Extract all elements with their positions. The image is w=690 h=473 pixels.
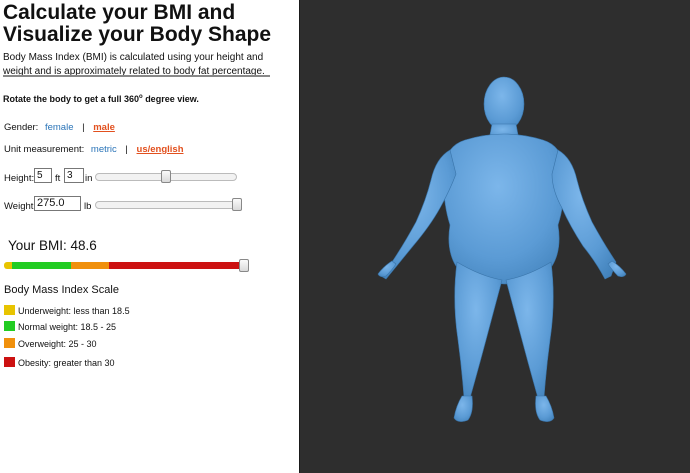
weight-unit-label: lb [84, 201, 92, 212]
bmi-color-bar [4, 262, 248, 269]
bmi-form-panel: Calculate your BMI and Visualize your Bo… [0, 0, 299, 473]
legend-obesity: Obesity: greater than 30 [4, 357, 115, 368]
gender-separator: | [82, 122, 85, 133]
page-title: Calculate your BMI and Visualize your Bo… [3, 1, 272, 46]
legend-label: Underweight: less than 18.5 [18, 306, 130, 316]
divider [3, 75, 270, 77]
height-label: Height: [4, 173, 35, 184]
bmi-bar-overweight [71, 262, 109, 269]
bmi-result: Your BMI: 48.6 [8, 238, 97, 253]
unit-separator: | [125, 144, 128, 155]
legend-label: Normal weight: 18.5 - 25 [18, 322, 117, 332]
weight-label: Weight: [4, 201, 37, 212]
weight-input[interactable]: 275.0 [34, 196, 81, 211]
unit-selector: Unit measurement: metric | us/english [4, 144, 184, 155]
unit-label: Unit measurement: [4, 144, 85, 155]
gender-option-male[interactable]: male [93, 122, 115, 133]
inches-unit-label: in [85, 173, 93, 184]
unit-option-metric[interactable]: metric [91, 144, 117, 155]
legend-swatch [4, 357, 15, 367]
gender-selector: Gender: female | male [4, 122, 115, 133]
bmi-bar-normal [12, 262, 71, 269]
height-feet-input[interactable]: 5 [34, 168, 52, 183]
bmi-bar-obesity [109, 262, 248, 269]
body-model[interactable] [300, 0, 690, 473]
height-slider-thumb[interactable] [161, 170, 171, 183]
unit-option-us-english[interactable]: us/english [137, 144, 184, 155]
scale-title: Body Mass Index Scale [4, 284, 119, 296]
legend-underweight: Underweight: less than 18.5 [4, 305, 130, 316]
rotate-note-suffix: degree view. [142, 94, 199, 104]
legend-normal: Normal weight: 18.5 - 25 [4, 321, 116, 332]
height-inches-input[interactable]: 3 [64, 168, 84, 183]
gender-option-female[interactable]: female [45, 122, 74, 133]
rotate-note-prefix: Rotate the body to get a full 360 [3, 94, 140, 104]
bmi-indicator-thumb [239, 259, 249, 272]
rotate-instruction: Rotate the body to get a full 360o degre… [3, 94, 199, 104]
legend-label: Overweight: 25 - 30 [18, 339, 97, 349]
legend-swatch [4, 305, 15, 315]
body-3d-viewer[interactable] [299, 0, 690, 473]
bmi-bar-underweight [4, 262, 12, 269]
legend-overweight: Overweight: 25 - 30 [4, 338, 97, 349]
gender-label: Gender: [4, 122, 39, 133]
legend-swatch [4, 338, 15, 348]
weight-slider-track[interactable] [95, 201, 242, 209]
weight-slider-thumb[interactable] [232, 198, 242, 211]
legend-swatch [4, 321, 15, 331]
legend-label: Obesity: greater than 30 [18, 358, 115, 368]
feet-unit-label: ft [55, 173, 61, 184]
